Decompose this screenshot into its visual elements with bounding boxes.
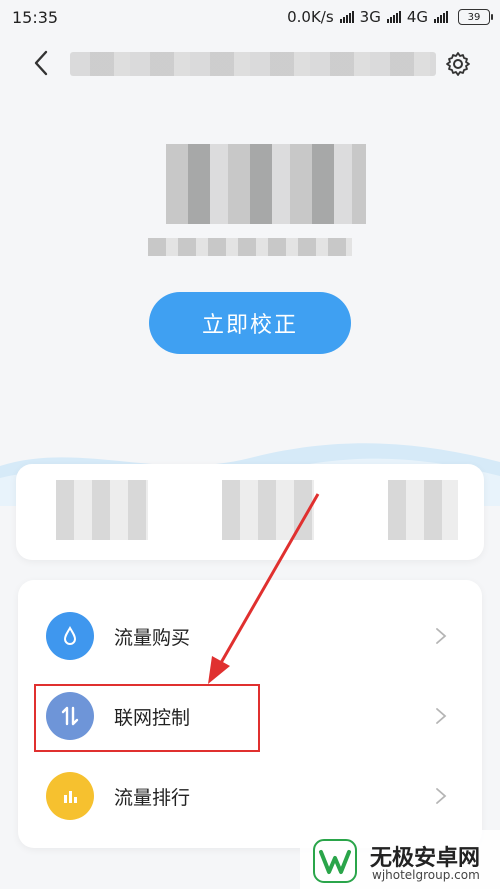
annotation-highlight-box [34,684,260,752]
signal-icon-3 [434,11,448,23]
network-speed: 0.0K/s [287,8,334,26]
calibrate-now-button[interactable]: 立即校正 [149,292,351,354]
network-type-2: 4G [406,8,428,26]
signal-icon [339,11,354,23]
menu-item-data-ranking[interactable]: 流量排行 [18,756,482,836]
stat-obscured-2 [222,480,314,540]
menu-item-data-purchase[interactable]: 流量购买 [18,596,482,676]
gear-icon[interactable] [444,50,472,78]
watermark-url: wjhotelgroup.com [372,868,480,882]
battery-icon: 39 [458,9,493,25]
stat-obscured-1 [56,480,148,540]
bar-chart-icon [46,772,94,820]
watermark-logo-icon [313,839,357,883]
status-bar: 15:35 0.0K/s 3G 4G 39 [0,0,500,34]
chevron-right-icon [436,628,447,644]
network-type-1: 3G [359,8,381,26]
header [0,40,500,88]
stat-obscured-3 [388,480,458,540]
back-arrow-icon[interactable] [30,48,52,78]
signal-icon-2 [386,11,401,23]
watermark: 无极安卓网 wjhotelgroup.com [300,830,500,889]
battery-level: 39 [467,11,481,23]
status-time: 15:35 [12,7,59,27]
stats-card [16,464,484,560]
menu-item-label: 流量购买 [114,626,191,649]
drop-icon [46,612,94,660]
chevron-right-icon [436,708,447,724]
menu-item-label: 流量排行 [114,786,191,809]
chevron-right-icon [436,788,447,804]
data-usage-subtitle-obscured [148,238,352,256]
page-title-obscured [70,52,436,76]
data-usage-obscured [166,144,366,224]
status-right: 0.0K/s 3G 4G 39 [287,8,493,26]
